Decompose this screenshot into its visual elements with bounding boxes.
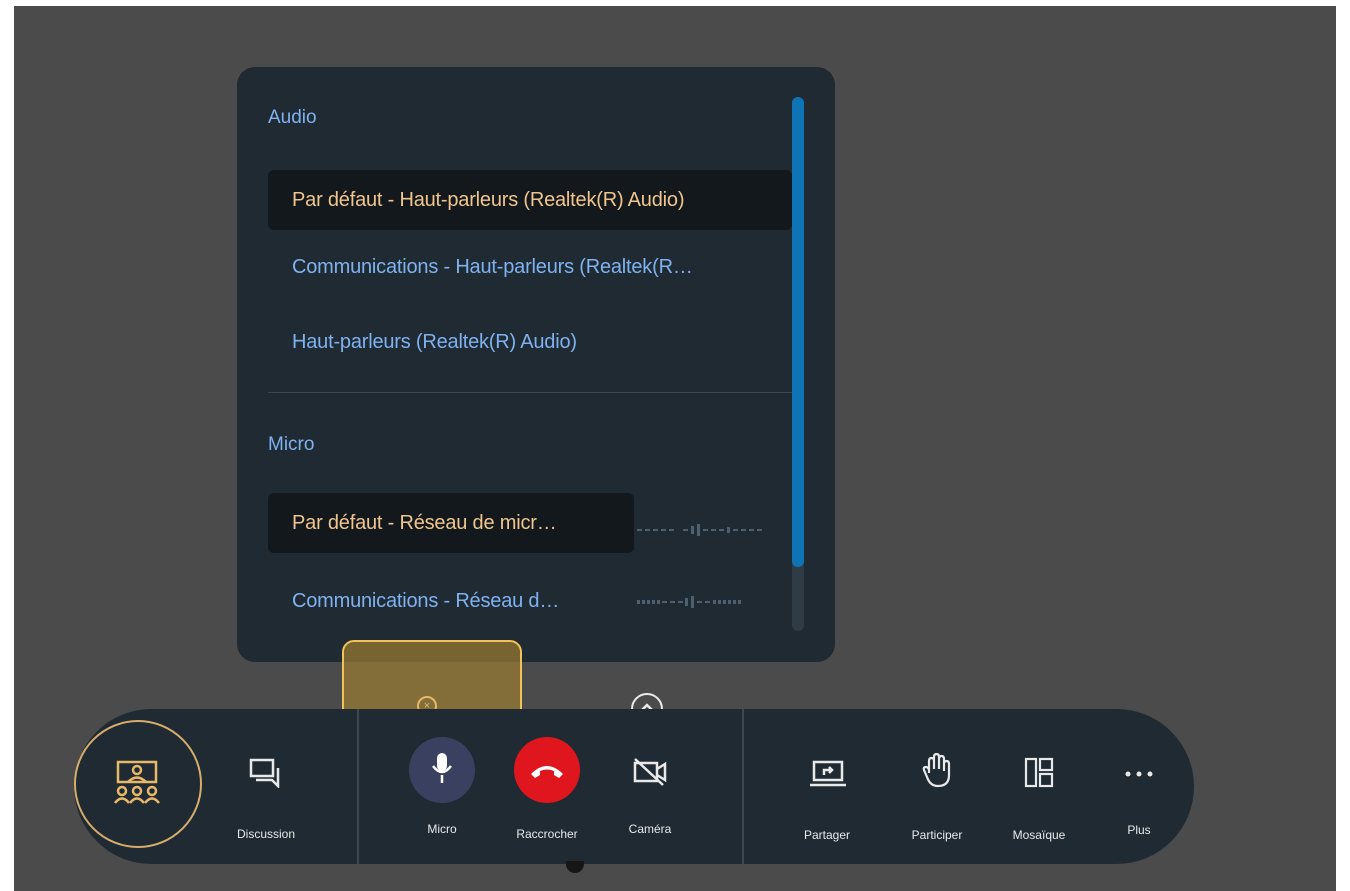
audio-device-item[interactable]: Haut-parleurs (Realtek(R) Audio): [268, 312, 792, 372]
meeting-control-bar: Discussion Micro Raccrocher Caméra Parta…: [74, 709, 1194, 864]
micro-device-label: Communications - Réseau d…: [292, 590, 560, 612]
audio-device-item[interactable]: Par défaut - Haut-parleurs (Realtek(R) A…: [268, 170, 792, 230]
micro-device-label: Par défaut - Réseau de micr…: [292, 512, 557, 534]
bar-separator: [357, 709, 359, 864]
bar-separator: [742, 709, 744, 864]
more-dots-icon: [1125, 771, 1153, 777]
hangup-round: [514, 737, 580, 803]
micro-device-item[interactable]: Communications - Réseau d…: [268, 571, 608, 631]
micro-button[interactable]: Micro: [409, 709, 475, 864]
micro-level-meter: [637, 595, 792, 609]
participants-view-button[interactable]: [74, 720, 202, 848]
camera-label: Caméra: [628, 822, 672, 836]
discussion-button[interactable]: Discussion: [237, 709, 295, 864]
audio-device-label: Communications - Haut-parleurs (Realtek(…: [292, 256, 693, 278]
bottom-handle: [566, 861, 584, 873]
participants-icon: [114, 760, 160, 804]
device-selection-panel: Audio Par défaut - Haut-parleurs (Realte…: [237, 67, 835, 662]
mosaic-layout-icon: [1024, 757, 1054, 788]
more-label: Plus: [1127, 823, 1151, 837]
share-label: Partager: [803, 828, 851, 842]
scrollbar[interactable]: [792, 97, 804, 631]
meeting-stage: Audio Par défaut - Haut-parleurs (Realte…: [14, 6, 1336, 891]
phone-hangup-icon: [531, 766, 563, 778]
mosaic-button[interactable]: Mosaïque: [1013, 709, 1065, 864]
micro-label: Micro: [427, 822, 457, 836]
micro-level-meter: [637, 523, 792, 537]
camera-button[interactable]: Caméra: [629, 709, 671, 864]
micro-device-item[interactable]: Par défaut - Réseau de micr…: [268, 493, 634, 553]
raise-hand-button[interactable]: Participer: [912, 709, 962, 864]
more-button[interactable]: Plus: [1119, 709, 1159, 864]
hangup-button[interactable]: Raccrocher: [514, 709, 580, 864]
micro-section-title: Micro: [268, 434, 315, 455]
share-screen-icon: [810, 760, 846, 787]
camera-off-icon: [633, 758, 667, 786]
audio-device-label: Haut-parleurs (Realtek(R) Audio): [292, 331, 577, 353]
scrollbar-thumb[interactable]: [792, 97, 804, 567]
chat-icon: [249, 758, 280, 788]
hangup-label: Raccrocher: [516, 827, 578, 841]
microphone-icon: [432, 753, 452, 783]
hand-icon: [922, 753, 951, 788]
section-divider: [268, 392, 792, 393]
share-button[interactable]: Partager: [804, 709, 850, 864]
discussion-label: Discussion: [236, 827, 296, 841]
audio-device-label: Par défaut - Haut-parleurs (Realtek(R) A…: [292, 189, 685, 211]
audio-device-item[interactable]: Communications - Haut-parleurs (Realtek(…: [268, 237, 792, 297]
audio-section-title: Audio: [268, 107, 317, 128]
micro-round: [409, 737, 475, 803]
